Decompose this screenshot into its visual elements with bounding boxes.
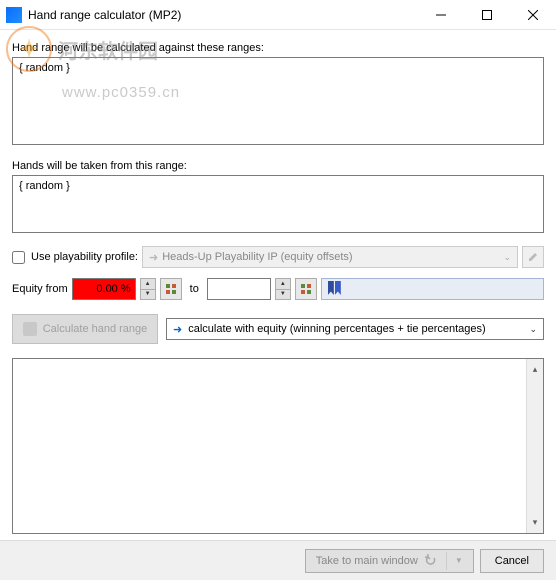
calculate-icon [23, 322, 37, 336]
calculate-button[interactable]: Calculate hand range [12, 314, 158, 344]
vertical-scrollbar[interactable]: ▴ ▾ [526, 359, 543, 533]
take-to-main-label: Take to main window [316, 555, 418, 567]
playability-row: Use playability profile: ➜ Heads-Up Play… [12, 246, 544, 268]
content-area: Hand range will be calculated against th… [0, 30, 556, 534]
equity-row: Equity from ▲▼ to ▲▼ [12, 278, 544, 300]
cancel-button-label: Cancel [495, 555, 529, 567]
taken-from-label: Hands will be taken from this range: [12, 160, 544, 172]
equity-to-grid-button[interactable] [295, 278, 317, 300]
calculate-button-label: Calculate hand range [43, 323, 148, 335]
take-to-main-button[interactable]: Take to main window ▼ [305, 549, 474, 573]
equity-from-label: Equity from [12, 283, 68, 295]
scroll-up-icon: ▴ [527, 361, 543, 378]
equity-from-grid-button[interactable] [160, 278, 182, 300]
app-icon [6, 7, 22, 23]
arrow-right-icon: ➜ [173, 323, 182, 336]
spinner-down-icon: ▼ [276, 290, 290, 300]
spinner-down-icon: ▼ [141, 290, 155, 300]
equity-to-input[interactable] [207, 278, 271, 300]
use-playability-checkbox[interactable] [12, 251, 25, 264]
against-ranges-input[interactable] [12, 57, 544, 145]
undo-icon [424, 554, 438, 568]
footer: Take to main window ▼ Cancel [0, 540, 556, 580]
minimize-button[interactable] [418, 0, 464, 30]
bookmark-icon [328, 281, 344, 297]
results-box: ▴ ▾ [12, 358, 544, 534]
against-ranges-label: Hand range will be calculated against th… [12, 42, 544, 54]
edit-profile-button[interactable] [522, 246, 544, 268]
calculate-mode-value: calculate with equity (winning percentag… [188, 323, 485, 335]
equity-to-spinner[interactable]: ▲▼ [275, 278, 291, 300]
titlebar: Hand range calculator (MP2) [0, 0, 556, 30]
results-content[interactable] [13, 359, 526, 533]
equity-from-spinner[interactable]: ▲▼ [140, 278, 156, 300]
arrow-right-icon: ➜ [149, 251, 158, 264]
equity-from-input[interactable] [72, 278, 136, 300]
bookmark-box[interactable] [321, 278, 544, 300]
calculate-mode-dropdown[interactable]: ➜ calculate with equity (winning percent… [166, 318, 544, 340]
chevron-down-icon: ▼ [455, 556, 463, 565]
playability-profile-dropdown[interactable]: ➜ Heads-Up Playability IP (equity offset… [142, 246, 518, 268]
playability-profile-value: Heads-Up Playability IP (equity offsets) [162, 251, 352, 263]
taken-from-input[interactable] [12, 175, 544, 233]
window-title: Hand range calculator (MP2) [28, 8, 181, 22]
cancel-button[interactable]: Cancel [480, 549, 544, 573]
use-playability-label: Use playability profile: [31, 251, 138, 263]
chevron-down-icon: ⌄ [503, 252, 511, 263]
spinner-up-icon: ▲ [141, 279, 155, 290]
spinner-up-icon: ▲ [276, 279, 290, 290]
maximize-button[interactable] [464, 0, 510, 30]
titlebar-left: Hand range calculator (MP2) [0, 7, 181, 23]
scroll-down-icon: ▾ [527, 514, 543, 531]
divider [446, 552, 447, 570]
calculate-row: Calculate hand range ➜ calculate with eq… [12, 314, 544, 344]
grid-icon [165, 283, 177, 295]
close-button[interactable] [510, 0, 556, 30]
pencil-icon [527, 251, 539, 263]
chevron-down-icon: ⌄ [529, 324, 537, 335]
window-controls [418, 0, 556, 30]
to-label: to [190, 283, 199, 295]
grid-icon [300, 283, 312, 295]
